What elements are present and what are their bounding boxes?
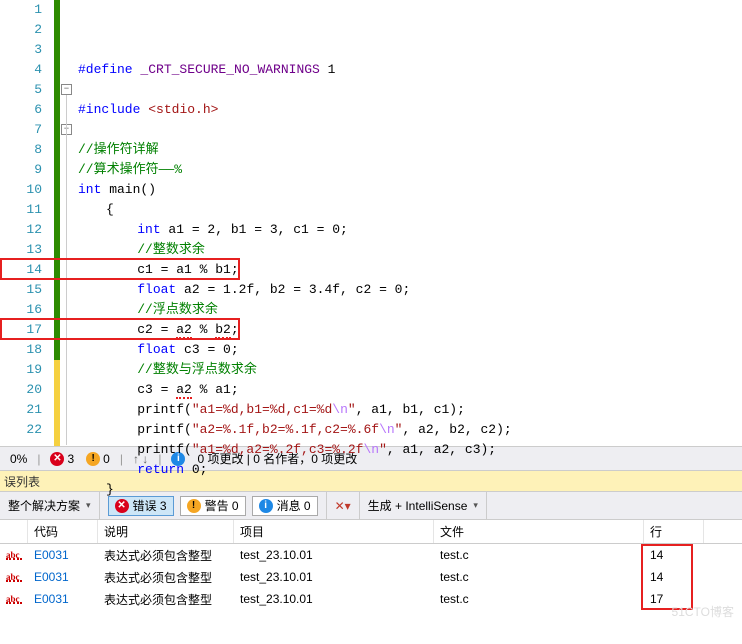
error-desc: 表达式必须包含整型 (98, 566, 234, 588)
error-project: test_23.10.01 (234, 566, 434, 588)
table-row[interactable]: abc E0031表达式必须包含整型test_23.10.01test.c14 (0, 566, 742, 588)
error-grid[interactable]: 代码 说明 项目 文件 行 abc E0031表达式必须包含整型test_23.1… (0, 520, 742, 610)
error-project: test_23.10.01 (234, 588, 434, 610)
code-editor[interactable]: 12345678910111213141516171819202122 − − … (0, 0, 742, 446)
table-row[interactable]: abc E0031表达式必须包含整型test_23.10.01test.c14 (0, 544, 742, 566)
status-percent: 0% (6, 452, 31, 466)
error-desc: 表达式必须包含整型 (98, 544, 234, 566)
warning-icon: ! (187, 499, 201, 513)
col-desc[interactable]: 说明 (98, 520, 234, 543)
col-code[interactable]: 代码 (28, 520, 98, 543)
table-row[interactable]: abcE0031表达式必须包含整型test_23.10.01test.c17 (0, 588, 742, 610)
error-icon: ✕ (50, 452, 64, 466)
info-icon: i (259, 499, 273, 513)
filter-icon: ✕▾ (335, 499, 351, 513)
status-errors[interactable]: ✕3 (46, 452, 78, 466)
error-file: test.c (434, 544, 644, 566)
col-proj[interactable]: 项目 (234, 520, 434, 543)
fold-toggle-icon[interactable]: − (61, 84, 72, 95)
col-line[interactable]: 行 (644, 520, 704, 543)
error-file: test.c (434, 566, 644, 588)
intellisense-error-icon: abc (6, 594, 22, 604)
grid-header-row: 代码 说明 项目 文件 行 (0, 520, 742, 544)
error-code[interactable]: E0031 (28, 588, 98, 610)
intellisense-error-icon: abc (6, 572, 22, 582)
col-file[interactable]: 文件 (434, 520, 644, 543)
error-desc: 表达式必须包含整型 (98, 588, 234, 610)
watermark: 51CTO博客 (672, 603, 734, 620)
error-code[interactable]: E0031 (28, 544, 98, 566)
intellisense-error-icon: abc (6, 550, 22, 560)
fold-column[interactable]: − − (60, 0, 74, 446)
error-project: test_23.10.01 (234, 544, 434, 566)
line-number-gutter: 12345678910111213141516171819202122 (0, 0, 54, 446)
error-file: test.c (434, 588, 644, 610)
error-icon: ✕ (115, 499, 129, 513)
error-line: 14 (644, 544, 704, 566)
code-area[interactable]: #define _CRT_SECURE_NO_WARNINGS 1#includ… (74, 0, 742, 446)
error-line: 14 (644, 566, 704, 588)
error-code[interactable]: E0031 (28, 566, 98, 588)
